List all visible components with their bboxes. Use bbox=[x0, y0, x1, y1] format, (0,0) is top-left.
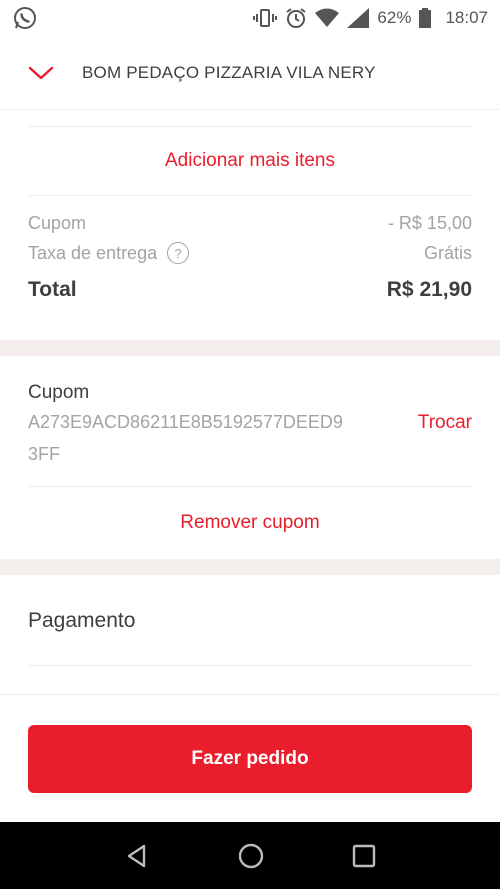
coupon-section: Cupom A273E9ACD86211E8B5192577DEED93FF T… bbox=[0, 356, 500, 486]
delivery-fee-value: Grátis bbox=[423, 242, 472, 263]
status-icons: 62% 18:07 bbox=[253, 7, 488, 29]
back-icon[interactable] bbox=[124, 843, 150, 869]
payment-method[interactable]: Crédito pelo app bbox=[0, 666, 500, 694]
payment-title: Pagamento bbox=[28, 609, 136, 632]
total-value: R$ 21,90 bbox=[386, 278, 472, 301]
clock: 18:07 bbox=[445, 8, 488, 27]
swap-coupon-button[interactable]: Trocar bbox=[418, 412, 472, 434]
header: BOM PEDAÇO PIZZARIA VILA NERY bbox=[0, 36, 500, 110]
place-order-button[interactable]: Fazer pedido bbox=[28, 725, 472, 793]
screen: 62% 18:07 BOM PEDAÇO PIZZARIA VILA NERY … bbox=[0, 0, 500, 889]
alarm-icon bbox=[285, 7, 307, 29]
signal-icon bbox=[347, 8, 370, 28]
order-summary: Cupom - R$ 15,00 Taxa de entrega ? Gráti… bbox=[0, 196, 500, 310]
coupon-discount-value: - R$ 15,00 bbox=[387, 212, 472, 233]
whatsapp-icon bbox=[12, 5, 38, 31]
chevron-down-icon[interactable] bbox=[28, 60, 54, 86]
navigation-bar bbox=[0, 822, 500, 889]
coupon-discount-label: Cupom bbox=[28, 212, 87, 233]
status-bar: 62% 18:07 bbox=[0, 0, 500, 36]
remove-coupon-button[interactable]: Remover cupom bbox=[0, 487, 500, 559]
total-label: Total bbox=[28, 278, 77, 301]
coupon-title: Cupom bbox=[28, 382, 90, 403]
coupon-discount-row: Cupom - R$ 15,00 bbox=[28, 208, 472, 238]
section-separator bbox=[0, 340, 500, 356]
add-more-items-button[interactable]: Adicionar mais itens bbox=[0, 127, 500, 195]
restaurant-title: BOM PEDAÇO PIZZARIA VILA NERY bbox=[82, 62, 376, 82]
help-icon[interactable]: ? bbox=[167, 242, 190, 264]
total-row: Total R$ 21,90 bbox=[28, 270, 472, 310]
vibrate-icon bbox=[253, 8, 278, 28]
battery-percent: 62% bbox=[377, 8, 412, 27]
delivery-fee-label: Taxa de entrega bbox=[28, 242, 158, 263]
order-content[interactable]: Adicionar mais itens Cupom - R$ 15,00 Ta… bbox=[0, 110, 500, 694]
wifi-icon bbox=[315, 8, 340, 28]
delivery-fee-row: Taxa de entrega ? Grátis bbox=[28, 238, 472, 268]
recents-icon[interactable] bbox=[352, 844, 376, 868]
battery-icon bbox=[419, 8, 432, 28]
home-icon[interactable] bbox=[237, 842, 265, 870]
coupon-code: A273E9ACD86211E8B5192577DEED93FF bbox=[28, 412, 343, 464]
footer: Fazer pedido bbox=[0, 694, 500, 822]
section-separator bbox=[0, 559, 500, 575]
